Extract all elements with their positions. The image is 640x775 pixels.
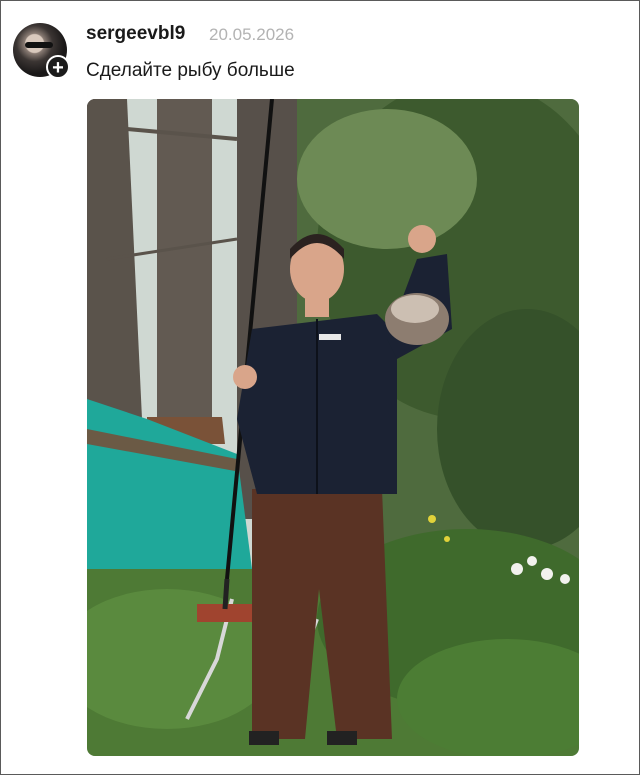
post-caption: Сделайте рыбу больше [86, 60, 295, 81]
follow-button[interactable]: + [46, 55, 70, 79]
author-username[interactable]: sergeevbl9 [86, 23, 185, 45]
photo-illustration [87, 99, 579, 756]
post-photo[interactable] [87, 99, 579, 756]
post-date: 20.05.2026 [209, 25, 295, 44]
plus-icon: + [52, 57, 64, 79]
post-card: + sergeevbl9 20.05.2026 Сделайте рыбу бо… [0, 0, 640, 775]
author-avatar-group[interactable]: + [13, 23, 70, 79]
avatar-sunglasses [25, 42, 53, 48]
